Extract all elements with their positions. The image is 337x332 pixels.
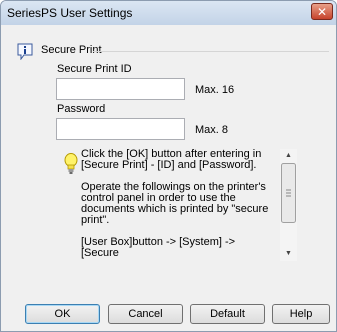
group-title: Secure Print: [41, 44, 102, 56]
help-button[interactable]: Help: [272, 304, 330, 324]
settings-dialog: SeriesPS User Settings ✕ Secure Print Se…: [0, 0, 337, 332]
scroll-up-arrow-icon[interactable]: ▲: [280, 149, 297, 163]
hint-text-area[interactable]: Click the [OK] button after entering in …: [81, 149, 281, 261]
close-button[interactable]: ✕: [311, 3, 333, 20]
hint-paragraph-1: Click the [OK] button after entering in …: [81, 149, 262, 171]
password-max-label: Max. 8: [195, 124, 229, 136]
scroll-thumb[interactable]: [281, 163, 296, 223]
hint-paragraph-2: Operate the followings on the printer's …: [81, 181, 269, 226]
secure-print-id-max-label: Max. 16: [195, 84, 235, 96]
title-bar[interactable]: SeriesPS User Settings ✕: [1, 1, 336, 25]
lightbulb-icon: [64, 153, 78, 174]
default-button[interactable]: Default: [190, 304, 265, 324]
scroll-down-arrow-icon[interactable]: ▼: [280, 247, 297, 261]
window-title: SeriesPS User Settings: [7, 6, 133, 20]
ok-button[interactable]: OK: [25, 304, 100, 324]
info-icon: [17, 43, 33, 60]
secure-print-id-input[interactable]: [56, 78, 185, 100]
password-label: Password: [57, 103, 106, 115]
hint-paragraph-3: [User Box]button -> [System] -> [Secure: [81, 236, 236, 259]
cancel-button[interactable]: Cancel: [108, 304, 183, 324]
secure-print-id-label: Secure Print ID: [57, 63, 132, 75]
group-divider: [93, 51, 329, 52]
password-input[interactable]: [56, 118, 185, 140]
